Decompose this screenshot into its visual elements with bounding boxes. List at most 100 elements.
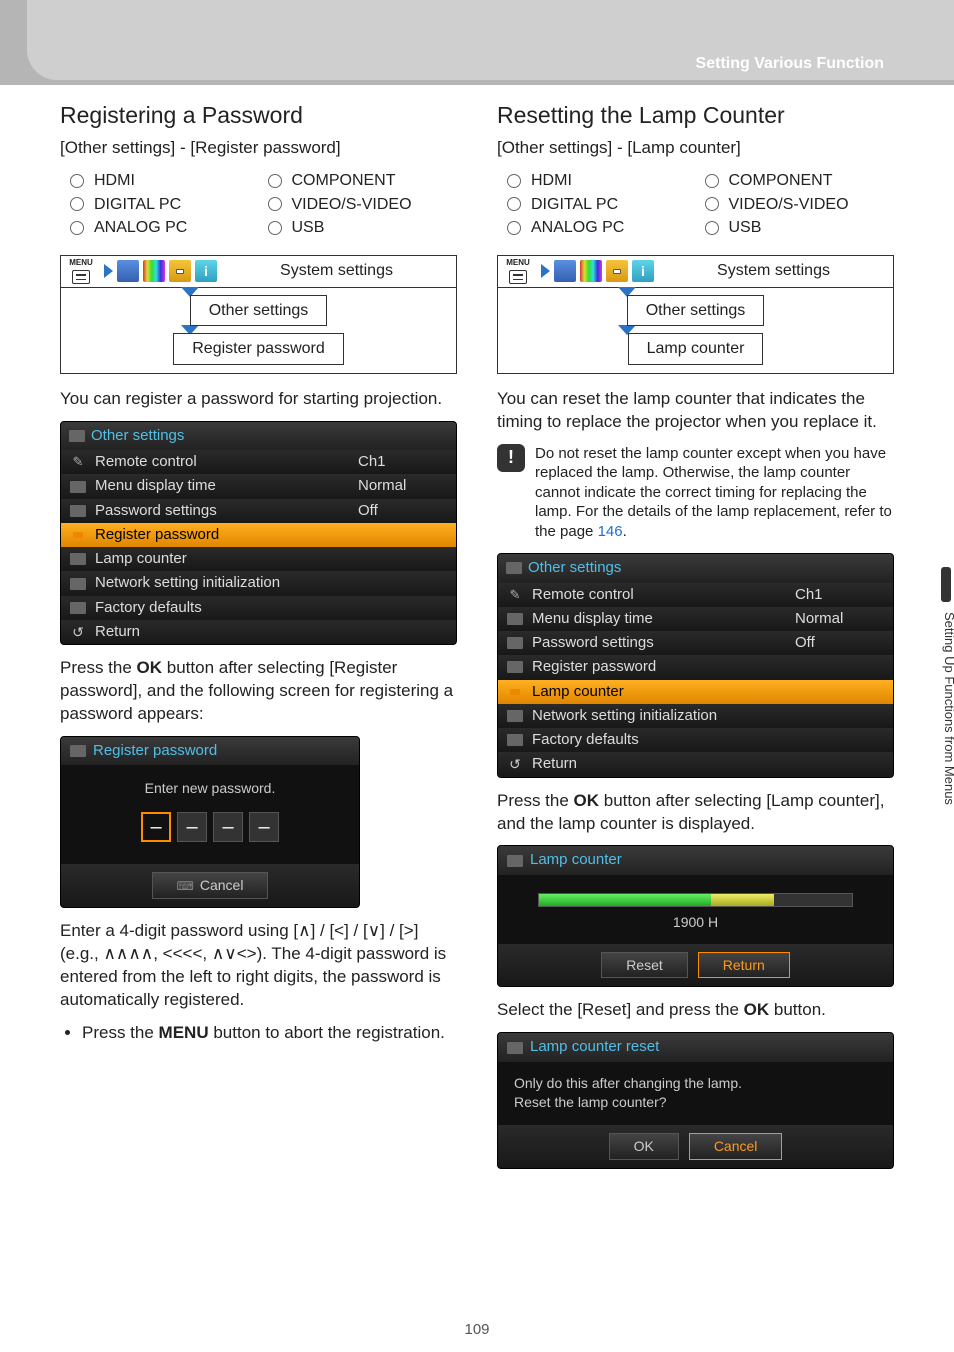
menu-button-icon: MENU <box>61 258 101 284</box>
heading-lamp-counter: Resetting the Lamp Counter <box>497 100 894 131</box>
input-component: COMPONENT <box>268 170 458 192</box>
password-input-boxes[interactable]: – – – – <box>141 812 279 842</box>
osd-other-settings-right: Other settings Remote controlCh1 Menu di… <box>497 553 894 777</box>
page-number: 109 <box>0 1321 954 1338</box>
nav-flow-left: MENU i System settings Other settings Re… <box>60 255 457 374</box>
radio-icon <box>70 174 84 188</box>
globe-icon <box>506 710 524 722</box>
key-icon <box>69 505 87 517</box>
nav-mid-label: Other settings <box>190 295 328 327</box>
password-digit-1[interactable]: – <box>141 812 171 842</box>
pencil-icon <box>69 453 87 471</box>
nav-bottom-label-right: Lamp counter <box>628 333 764 365</box>
lamp-hours-value: 1900 H <box>538 913 853 932</box>
osd-row-register-password[interactable]: Register password <box>498 655 893 679</box>
right-column: Resetting the Lamp Counter [Other settin… <box>497 100 894 1312</box>
menu-path-right: [Other settings] - [Lamp counter] <box>497 137 894 160</box>
password-digit-4[interactable]: – <box>249 812 279 842</box>
radio-icon <box>70 197 84 211</box>
lamp-icon <box>69 553 87 565</box>
osd-row-network-init[interactable]: Network setting initialization <box>498 704 893 728</box>
key-icon <box>506 661 524 673</box>
reset-button[interactable]: Reset <box>601 952 688 979</box>
page-link-146[interactable]: 146 <box>598 523 623 540</box>
left-column: Registering a Password [Other settings] … <box>60 100 457 1312</box>
caution-note: ! Do not reset the lamp counter except w… <box>497 444 894 542</box>
osd-title: Lamp counter <box>498 846 893 874</box>
input-usb: USB <box>705 217 895 239</box>
key-icon <box>69 532 87 538</box>
factory-icon <box>69 602 87 614</box>
return-icon <box>69 623 87 642</box>
reset-confirm-line2: Reset the lamp counter? <box>514 1093 877 1113</box>
lamp-icon <box>506 1042 524 1054</box>
tab-icon-system <box>169 260 191 282</box>
tab-icon-display <box>117 260 139 282</box>
password-digit-2[interactable]: – <box>177 812 207 842</box>
osd-title: Register password <box>61 737 359 765</box>
osd-row-menu-time[interactable]: Menu display timeNormal <box>498 607 893 631</box>
lamp-icon <box>506 855 524 867</box>
osd-title: Other settings <box>61 422 456 450</box>
osd-row-network-init[interactable]: Network setting initialization <box>61 571 456 595</box>
clock-icon <box>69 481 87 493</box>
osd-row-factory-defaults[interactable]: Factory defaults <box>498 728 893 752</box>
osd-row-lamp-counter[interactable]: Lamp counter <box>61 547 456 571</box>
osd-row-lamp-counter[interactable]: Lamp counter <box>498 680 893 704</box>
tab-icon-info: i <box>632 260 654 282</box>
osd-row-return[interactable]: Return <box>498 752 893 776</box>
osd-other-settings-left: Other settings Remote controlCh1 Menu di… <box>60 421 457 645</box>
side-tab-label: Setting Up Functions from Menus <box>942 612 954 805</box>
osd-row-password-settings[interactable]: Password settingsOff <box>498 631 893 655</box>
reset-confirm-line1: Only do this after changing the lamp. <box>514 1074 877 1094</box>
osd-row-remote[interactable]: Remote controlCh1 <box>61 450 456 474</box>
nav-flow-right: MENU i System settings Other settings La… <box>497 255 894 374</box>
osd-register-password-dialog: Register password Enter new password. – … <box>60 736 360 908</box>
radio-icon <box>268 197 282 211</box>
input-analog-pc: ANALOG PC <box>507 217 697 239</box>
osd-row-password-settings[interactable]: Password settingsOff <box>61 499 456 523</box>
radio-icon <box>70 221 84 235</box>
menu-button-icon: MENU <box>498 258 538 284</box>
ok-button[interactable]: OK <box>609 1133 679 1160</box>
tab-icon-info: i <box>195 260 217 282</box>
radio-icon <box>507 221 521 235</box>
osd-row-remote[interactable]: Remote controlCh1 <box>498 583 893 607</box>
cancel-button[interactable]: Cancel <box>689 1133 783 1160</box>
return-button[interactable]: Return <box>698 952 790 979</box>
tab-icon-display <box>554 260 576 282</box>
input-analog-pc: ANALOG PC <box>70 217 260 239</box>
radio-icon <box>268 221 282 235</box>
osd-row-return[interactable]: Return <box>61 620 456 644</box>
osd-row-register-password[interactable]: Register password <box>61 523 456 547</box>
radio-icon <box>705 221 719 235</box>
nav-top-label: System settings <box>217 260 456 282</box>
caution-icon: ! <box>497 444 525 472</box>
tab-icons: i <box>117 260 217 282</box>
nav-top-label: System settings <box>654 260 893 282</box>
cancel-button[interactable]: Cancel <box>152 872 269 899</box>
osd-lamp-reset-dialog: Lamp counter reset Only do this after ch… <box>497 1032 894 1168</box>
osd-row-menu-time[interactable]: Menu display timeNormal <box>61 474 456 498</box>
tab-icon-image <box>580 260 602 282</box>
clock-icon <box>506 613 524 625</box>
password-digit-3[interactable]: – <box>213 812 243 842</box>
tab-icon-image <box>143 260 165 282</box>
menu-path-left: [Other settings] - [Register password] <box>60 137 457 160</box>
instruction-select-reset: Select the [Reset] and press the OK butt… <box>497 999 894 1022</box>
factory-icon <box>506 734 524 746</box>
osd-row-factory-defaults[interactable]: Factory defaults <box>61 596 456 620</box>
radio-icon <box>705 197 719 211</box>
instruction-press-ok-left: Press the OK button after selecting [Reg… <box>60 657 457 726</box>
intro-text-left: You can register a password for starting… <box>60 388 457 411</box>
osd-title: Other settings <box>498 554 893 582</box>
osd-title: Lamp counter reset <box>498 1033 893 1061</box>
settings-icon <box>69 430 85 442</box>
radio-icon <box>507 197 521 211</box>
nav-bottom-label-left: Register password <box>173 333 344 365</box>
radio-icon <box>507 174 521 188</box>
lamp-hours-bar <box>538 893 853 907</box>
input-source-list-right: HDMI COMPONENT DIGITAL PC VIDEO/S-VIDEO … <box>507 170 894 239</box>
osd-lamp-counter-dialog: Lamp counter 1900 H Reset Return <box>497 845 894 987</box>
key-icon <box>69 745 87 757</box>
